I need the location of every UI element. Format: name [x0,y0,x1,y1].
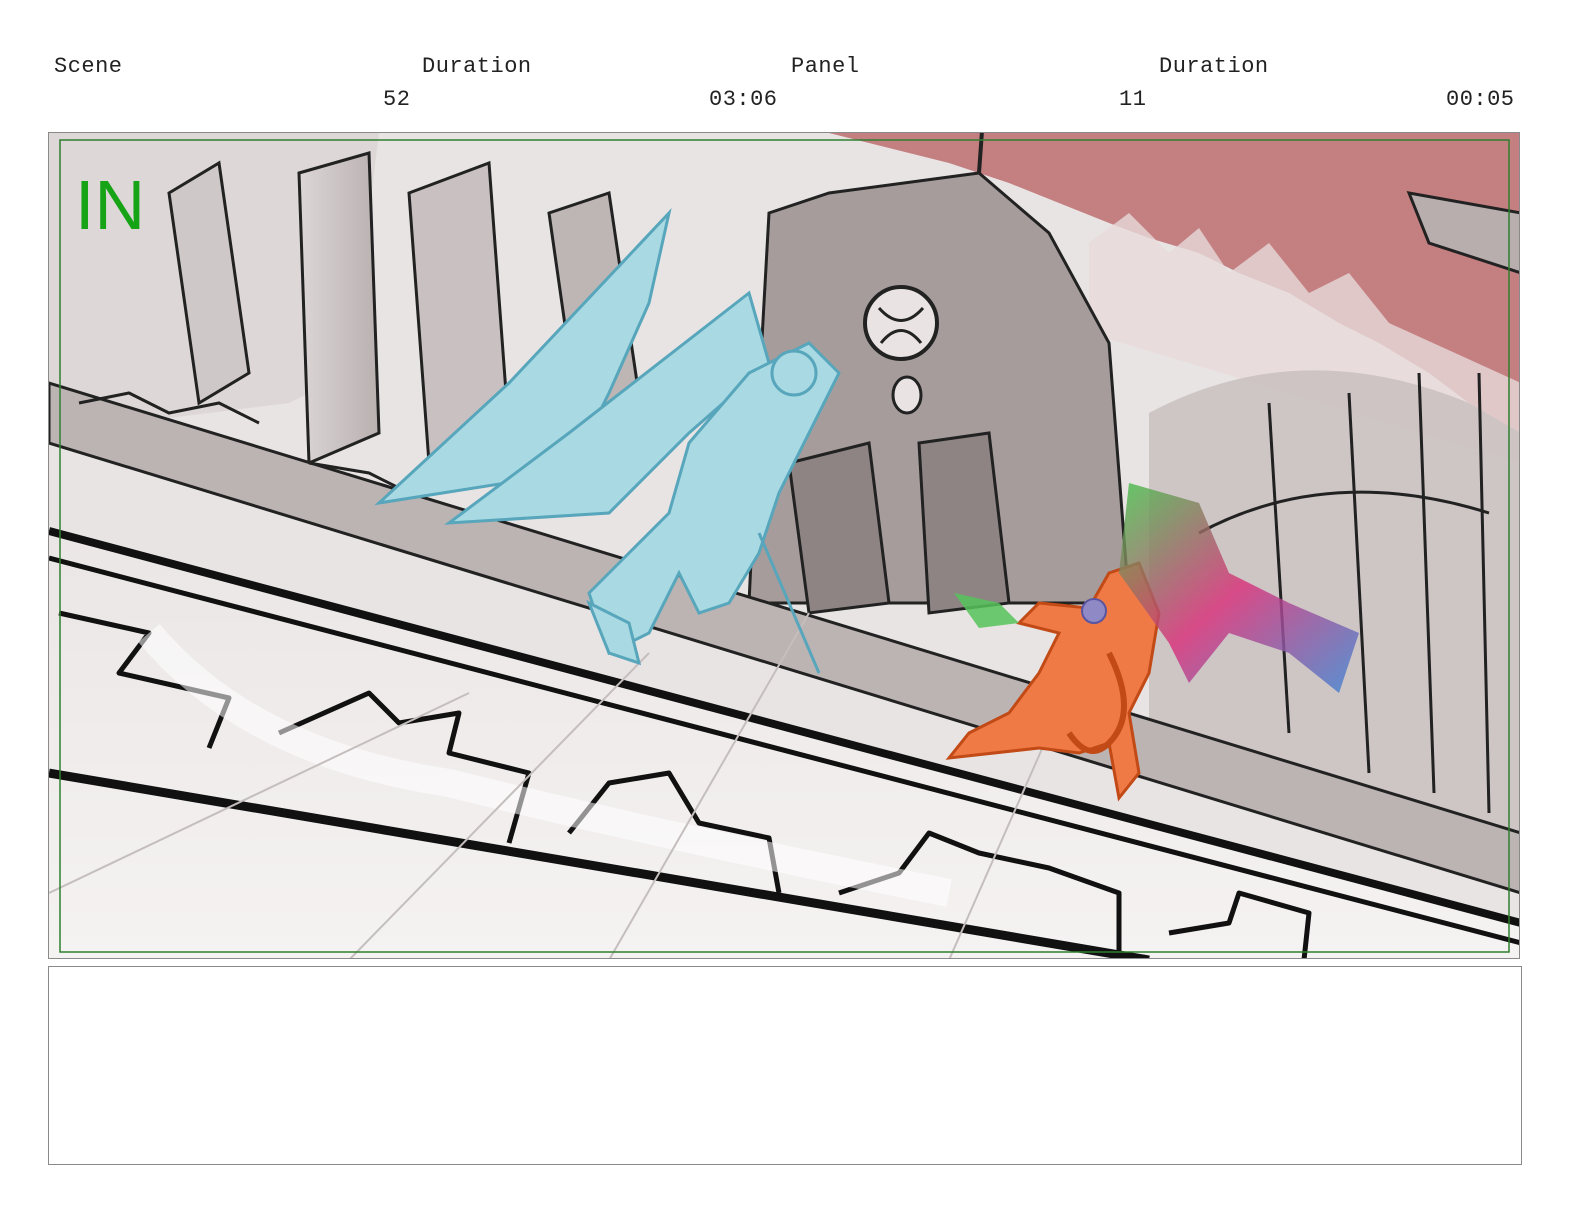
storyboard-sketch: IN [49,133,1519,958]
panel-duration-label: Duration [1159,54,1269,79]
scene-label: Scene [54,54,123,79]
scene-duration: 03:06 [709,87,778,112]
panel-number: 11 [1119,87,1147,112]
panel-label: Panel [791,54,860,79]
scene-duration-label: Duration [422,54,532,79]
in-marker: IN [75,166,145,244]
storyboard-panel-image: IN [48,132,1520,959]
panel-duration: 00:05 [1446,87,1515,112]
scene-number: 52 [383,87,411,112]
panel-notes-box[interactable] [48,966,1522,1165]
